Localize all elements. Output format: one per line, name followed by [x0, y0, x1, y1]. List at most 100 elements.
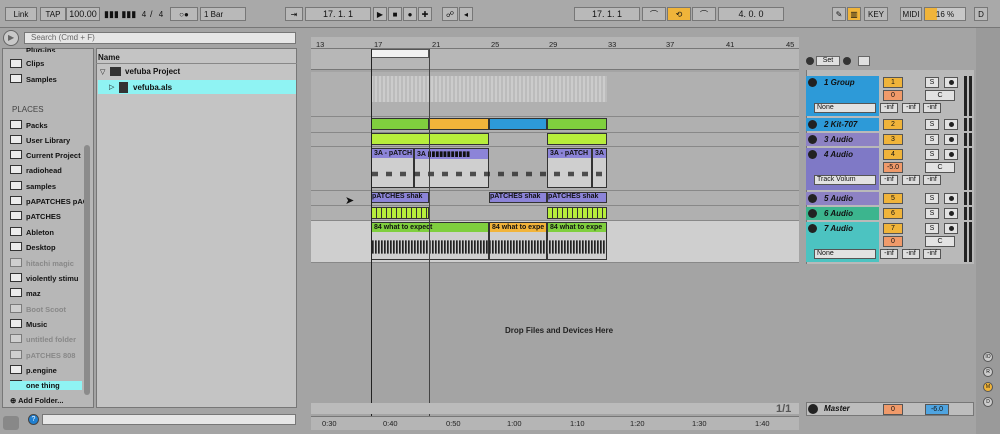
clip-audio5-2[interactable]: pATCHES shak: [489, 192, 547, 203]
track-name[interactable]: 1 Group: [820, 76, 886, 89]
track-fold-button[interactable]: [808, 120, 817, 129]
input-select[interactable]: Track Volum: [814, 175, 876, 185]
scene-back-button[interactable]: [806, 57, 814, 65]
track-fold-button[interactable]: [808, 194, 817, 203]
clip-audio6-1[interactable]: [371, 207, 429, 219]
quantize-select[interactable]: 1 Bar: [200, 7, 246, 21]
place-item[interactable]: pATCHES 808: [26, 351, 75, 360]
place-item[interactable]: samples: [26, 182, 56, 191]
set-button[interactable]: Set: [816, 56, 840, 66]
master-fold-button[interactable]: [808, 404, 818, 414]
sidebar-scrollbar[interactable]: [84, 145, 90, 395]
track-fold-button[interactable]: [808, 209, 817, 218]
track-fold-button[interactable]: [808, 135, 817, 144]
arm-button[interactable]: [944, 208, 958, 219]
clip-kit-2[interactable]: [429, 118, 489, 130]
nudge-icon[interactable]: ▮▮▮ ▮▮▮: [104, 9, 136, 20]
link-button[interactable]: Link: [5, 7, 37, 21]
track-activator[interactable]: 7: [883, 223, 903, 234]
clip-audio4-1[interactable]: 3A - pATCH: [371, 148, 414, 188]
collapse-arrow-icon[interactable]: ▷: [109, 83, 114, 91]
arm-button[interactable]: [944, 149, 958, 160]
place-item[interactable]: untitled folder: [26, 335, 76, 344]
clip-kit-4[interactable]: [547, 118, 607, 130]
loop-length-field[interactable]: 4. 0. 0: [718, 7, 784, 21]
loop-start-field[interactable]: 17. 1. 1: [574, 7, 640, 21]
tap-button[interactable]: TAP: [40, 7, 66, 21]
overdub-button[interactable]: ✚: [418, 7, 432, 21]
master-pan[interactable]: -6.0: [925, 404, 949, 415]
back-to-arrangement-button[interactable]: ◂: [459, 7, 473, 21]
pan-field[interactable]: C: [925, 162, 955, 173]
solo-button[interactable]: S: [925, 223, 939, 234]
scene-forward-button[interactable]: [843, 57, 851, 65]
track-name[interactable]: 3 Audio: [820, 133, 886, 146]
add-folder-button[interactable]: ⊕ Add Folder...: [10, 396, 64, 405]
info-button[interactable]: ?: [28, 414, 39, 425]
place-item[interactable]: Boot Scoot: [26, 305, 66, 314]
track-name[interactable]: 5 Audio: [820, 192, 886, 205]
track-name[interactable]: 2 Kit-707: [820, 118, 886, 131]
track-name[interactable]: 6 Audio: [820, 207, 886, 220]
category-plugins[interactable]: Plug-ins: [26, 46, 56, 52]
expand-arrow-icon[interactable]: ▽: [100, 68, 105, 76]
clip-audio4-4[interactable]: 3A: [592, 148, 607, 188]
stop-button[interactable]: ■: [388, 7, 402, 21]
time-signature-numerator[interactable]: 4: [138, 7, 150, 21]
place-item[interactable]: p.engine: [26, 366, 57, 375]
play-button[interactable]: ▶: [373, 7, 387, 21]
master-volume[interactable]: 0: [883, 404, 903, 415]
place-item[interactable]: Ableton: [26, 228, 54, 237]
search-input[interactable]: Search (Cmd + F): [24, 32, 296, 44]
arrangement-position[interactable]: 17. 1. 1: [305, 7, 371, 21]
track-fold-button[interactable]: [808, 224, 817, 233]
clip-kit-3[interactable]: [489, 118, 547, 130]
place-item[interactable]: Current Project: [26, 151, 81, 160]
view-toggle-button[interactable]: M: [983, 382, 993, 392]
loop-switch[interactable]: ⟲: [667, 7, 691, 21]
clip-audio4-3[interactable]: 3A - pATCH: [547, 148, 592, 188]
place-item[interactable]: radiohead: [26, 166, 62, 175]
place-item[interactable]: one thing: [10, 381, 82, 390]
track-activator[interactable]: 6: [883, 208, 903, 219]
solo-button[interactable]: S: [925, 119, 939, 130]
input-select[interactable]: None: [814, 249, 876, 259]
view-toggle-button[interactable]: D: [983, 397, 993, 407]
solo-button[interactable]: S: [925, 77, 939, 88]
punch-in-button[interactable]: ⌒: [642, 7, 666, 21]
place-item[interactable]: Desktop: [26, 243, 56, 252]
solo-button[interactable]: S: [925, 193, 939, 204]
record-button[interactable]: ●: [403, 7, 417, 21]
solo-button[interactable]: S: [925, 208, 939, 219]
pan-field[interactable]: C: [925, 236, 955, 247]
place-item[interactable]: violently stimu: [26, 274, 79, 283]
volume-field[interactable]: 0: [883, 90, 903, 101]
track-activator[interactable]: 4: [883, 149, 903, 160]
track-activator[interactable]: 5: [883, 193, 903, 204]
arm-button[interactable]: [944, 77, 958, 88]
track-name[interactable]: 4 Audio: [820, 148, 886, 161]
solo-button[interactable]: S: [925, 149, 939, 160]
place-item[interactable]: Music: [26, 320, 47, 329]
arm-button[interactable]: [944, 134, 958, 145]
clip-audio3-2[interactable]: [547, 133, 607, 145]
clip-audio5-3[interactable]: pATCHES shak: [547, 192, 607, 203]
punch-out-button[interactable]: ⌒: [692, 7, 716, 21]
horizontal-scrollbar[interactable]: [311, 403, 799, 414]
automation-arm-button[interactable]: ☍: [442, 7, 458, 21]
track-activator[interactable]: 3: [883, 134, 903, 145]
view-toggle-button[interactable]: IO: [983, 352, 993, 362]
arm-button[interactable]: [944, 223, 958, 234]
follow-button[interactable]: ⇥: [285, 7, 303, 21]
computer-keyboard-button[interactable]: ▥: [847, 7, 861, 21]
place-item[interactable]: User Library: [26, 136, 70, 145]
track-fold-button[interactable]: [808, 150, 817, 159]
pan-field[interactable]: C: [925, 90, 955, 101]
draw-mode-button[interactable]: ✎: [832, 7, 846, 21]
midi-map-button[interactable]: MIDI: [900, 7, 922, 21]
input-select[interactable]: None: [814, 103, 876, 113]
key-map-button[interactable]: KEY: [864, 7, 888, 21]
clip-audio4-2[interactable]: 3A ▮▮▮▮▮▮▮▮▮▮▮: [414, 148, 489, 188]
place-item[interactable]: pAPATCHES pAC: [26, 197, 88, 206]
arm-button[interactable]: [944, 193, 958, 204]
